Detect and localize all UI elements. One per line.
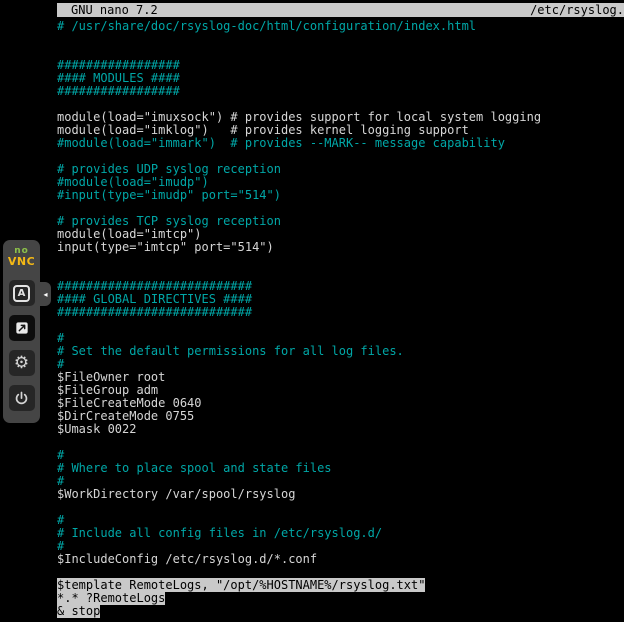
fullscreen-icon (14, 320, 30, 336)
gear-icon: ⚙ (14, 355, 29, 372)
editor-line (57, 33, 624, 46)
editor-line: # Where to place spool and state files (57, 462, 624, 475)
editor-line: $IncludeConfig /etc/rsyslog.d/*.conf (57, 553, 624, 566)
editor-line: # Set the default permissions for all lo… (57, 345, 624, 358)
editor-line (57, 254, 624, 267)
nano-version: GNU nano 7.2 (57, 3, 158, 17)
power-icon (13, 390, 30, 407)
settings-button[interactable]: ⚙ (9, 350, 35, 376)
editor-line: ################# (57, 85, 624, 98)
editor-line: $WorkDirectory /var/spool/rsyslog (57, 488, 624, 501)
editor-line: & stop (57, 605, 624, 618)
novnc-logo: no VNC (8, 247, 35, 267)
terminal-screen[interactable]: GNU nano 7.2 /etc/rsyslog. # /usr/share/… (57, 0, 624, 622)
novnc-toolbar: no VNC A ⚙ ◂ (3, 240, 40, 423)
editor-line (57, 501, 624, 514)
editor-line: ########################### (57, 306, 624, 319)
editor-line: $Umask 0022 (57, 423, 624, 436)
fullscreen-button[interactable] (9, 315, 35, 341)
editor-line: # Include all config files in /etc/rsysl… (57, 527, 624, 540)
editor-line: # /usr/share/doc/rsyslog-doc/html/config… (57, 20, 624, 33)
extra-keys-button[interactable]: A (9, 280, 35, 306)
keyboard-a-icon: A (13, 285, 30, 302)
editor-line: #module(load="immark") # provides --MARK… (57, 137, 624, 150)
collapse-arrow-icon: ◂ (43, 290, 47, 299)
editor-line: $DirCreateMode 0755 (57, 410, 624, 423)
editor-line: input(type="imtcp" port="514") (57, 241, 624, 254)
editor-line (57, 436, 624, 449)
editor-line (57, 319, 624, 332)
novnc-logo-vnc: VNC (8, 256, 35, 267)
nano-filename: /etc/rsyslog. (530, 3, 624, 17)
toolbar-handle[interactable]: ◂ (40, 282, 51, 306)
power-button[interactable] (9, 385, 35, 411)
nano-title-bar: GNU nano 7.2 /etc/rsyslog. (57, 3, 624, 17)
editor-line: #input(type="imudp" port="514") (57, 189, 624, 202)
editor-line: *.* ?RemoteLogs (57, 592, 624, 605)
editor-lines: # /usr/share/doc/rsyslog-doc/html/config… (57, 17, 624, 618)
